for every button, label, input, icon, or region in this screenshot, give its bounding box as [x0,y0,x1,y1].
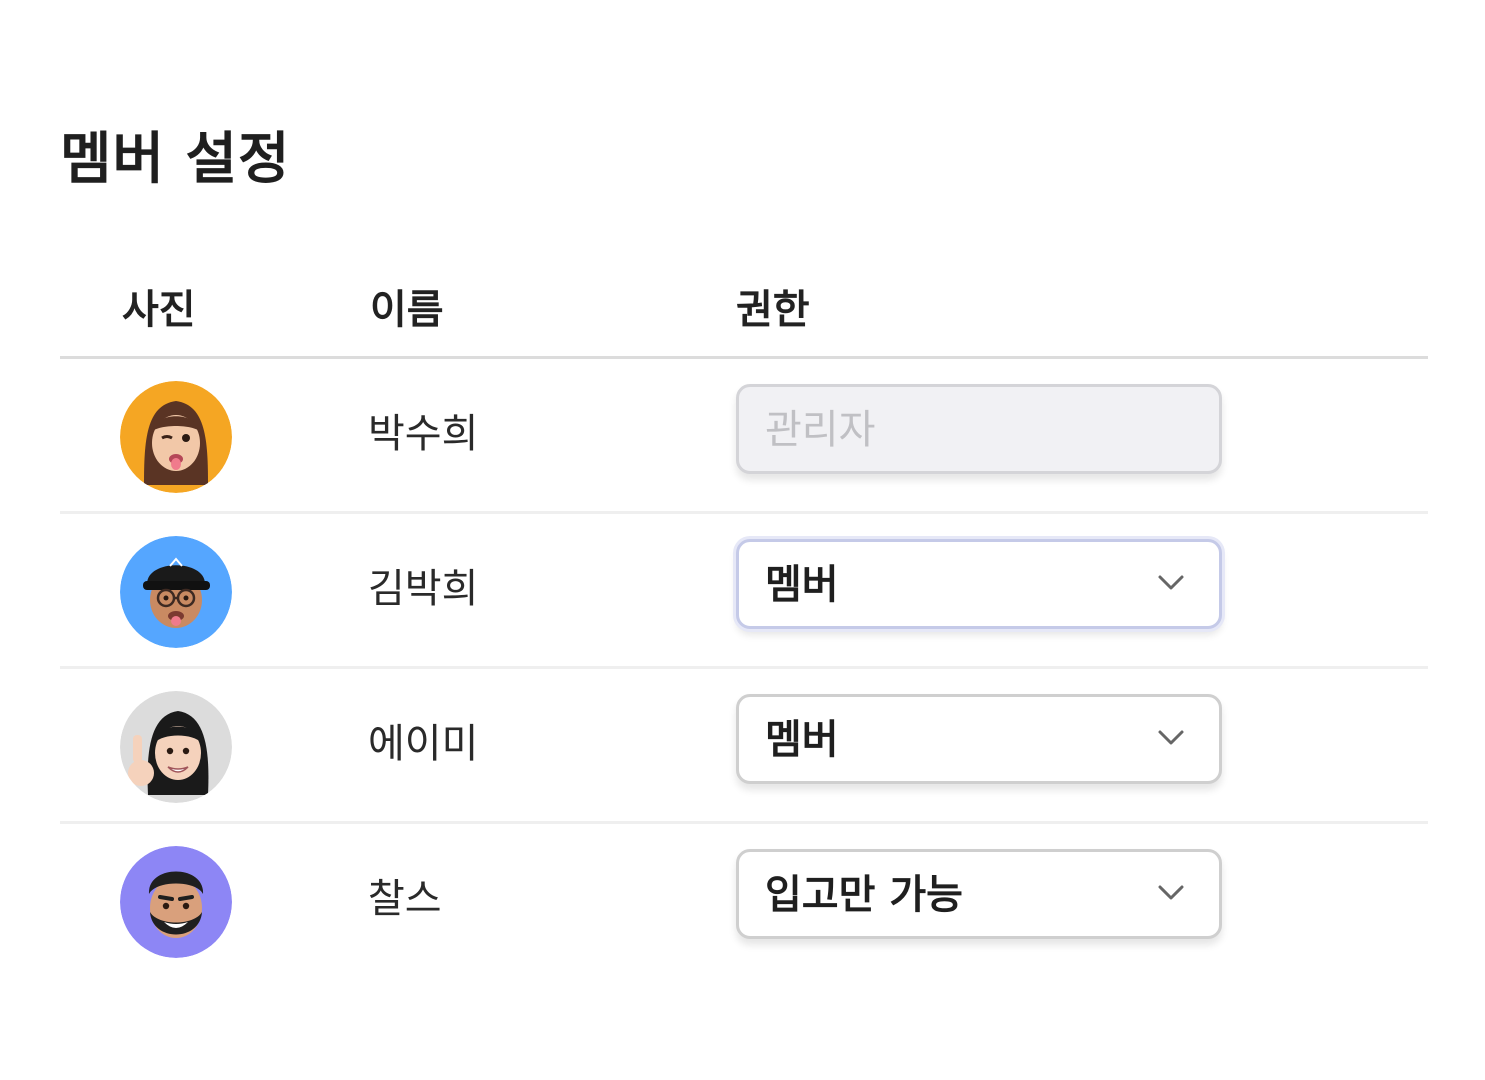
table-row: 에이미 멤버 [60,669,1428,824]
table-row: 박수희 관리자 [60,359,1428,514]
table-row: 찰스 입고만 가능 [60,824,1428,976]
table-row: 김박희 멤버 [60,514,1428,669]
page-title: 멤버 설정 [60,127,291,192]
member-name: 에이미 [368,721,479,767]
avatar [120,691,232,803]
role-select-value: 멤버 [765,717,839,763]
memoji-woman-winking-avatar [120,381,232,493]
avatar [120,846,232,958]
role-select[interactable]: 멤버 [736,539,1222,629]
role-select[interactable]: 입고만 가능 [736,849,1222,939]
memoji-woman-finger-up-avatar [120,691,232,803]
chevron-down-icon [1157,882,1185,904]
role-select-value: 멤버 [765,562,839,608]
avatar [120,536,232,648]
member-name: 김박희 [368,566,479,612]
member-name: 찰스 [368,876,442,922]
header-photo: 사진 [122,287,196,333]
memoji-man-cap-glasses-avatar [120,536,232,648]
avatar [120,381,232,493]
chevron-down-icon [1157,727,1185,749]
header-role: 권한 [736,287,810,333]
role-select-value: 관리자 [765,407,876,453]
role-select-value: 입고만 가능 [765,872,963,918]
chevron-down-icon [1157,572,1185,594]
member-name: 박수희 [368,411,479,457]
member-table: 사진 이름 권한 박수희 관리자 김박희 멤버 에이미 멤버 찰스 입고만 가능 [60,270,1428,976]
table-header: 사진 이름 권한 [60,270,1428,359]
role-select[interactable]: 멤버 [736,694,1222,784]
memoji-man-beard-avatar [120,846,232,958]
header-name: 이름 [370,287,444,333]
role-select-disabled: 관리자 [736,384,1222,474]
